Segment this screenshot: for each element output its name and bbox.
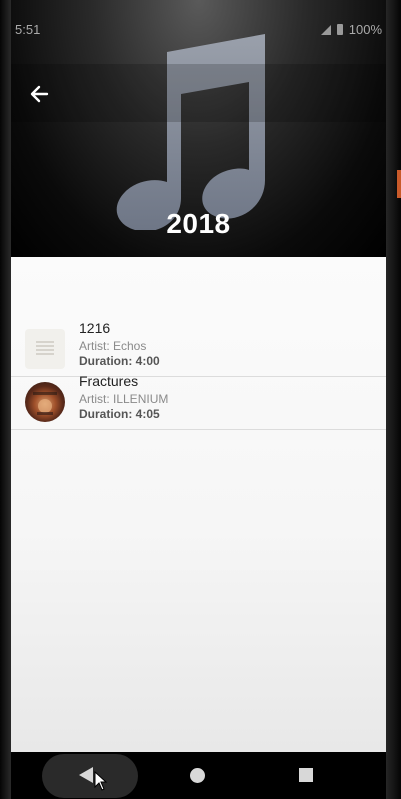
album-art-thumbnail — [25, 382, 65, 422]
status-time: 5:51 — [15, 22, 41, 37]
arrow-left-icon — [30, 85, 49, 103]
back-button[interactable] — [25, 80, 53, 108]
placeholder-document-icon — [36, 341, 54, 355]
mouse-cursor-icon — [94, 771, 108, 791]
song-artist: Artist: Echos — [79, 339, 147, 353]
song-list-item[interactable]: 1216 Artist: Echos Duration: 4:00 — [11, 320, 386, 377]
album-art-image — [33, 392, 57, 415]
toolbar — [11, 64, 386, 122]
circle-home-icon[interactable] — [190, 768, 205, 783]
song-duration: Duration: 4:00 — [79, 354, 160, 368]
song-duration: Duration: 4:05 — [79, 407, 160, 421]
battery-percent: 100% — [348, 22, 382, 37]
system-navigation-bar — [11, 752, 386, 799]
device-bezel-right — [386, 0, 401, 799]
song-list-item[interactable]: Fractures Artist: ILLENIUM Duration: 4:0… — [11, 373, 386, 430]
song-list: 1216 Artist: Echos Duration: 4:00 Fractu… — [11, 257, 386, 752]
power-button — [397, 170, 401, 198]
song-thumbnail — [25, 329, 65, 369]
album-title: 2018 — [166, 208, 231, 239]
device-bezel-left — [0, 0, 11, 799]
album-header: 5:51 100% 2018 — [11, 0, 386, 257]
triangle-back-icon[interactable] — [79, 767, 93, 783]
square-recents-icon[interactable] — [299, 768, 313, 782]
app-screen: 5:51 100% 2018 1216 Artist: Echos Durati… — [11, 0, 386, 752]
battery-icon — [336, 24, 343, 35]
song-title: Fractures — [79, 373, 139, 389]
phone-device: 5:51 100% 2018 1216 Artist: Echos Durati… — [0, 0, 401, 799]
song-artist: Artist: ILLENIUM — [79, 392, 169, 406]
status-indicators: 100% — [320, 22, 382, 37]
music-note-icon — [116, 34, 265, 230]
signal-icon — [320, 24, 331, 35]
song-title: 1216 — [79, 320, 111, 336]
